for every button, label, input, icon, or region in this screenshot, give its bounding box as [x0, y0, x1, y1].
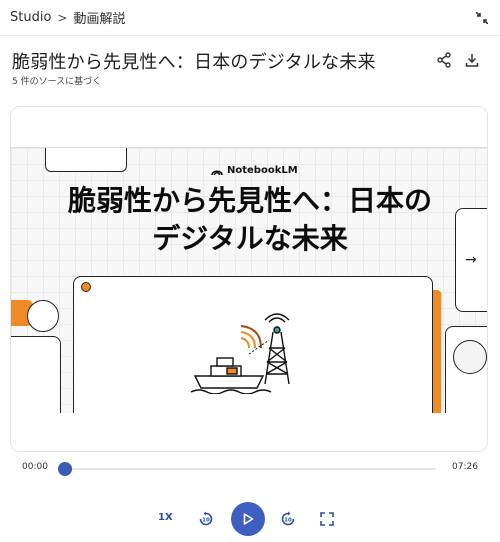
download-button[interactable] [462, 50, 482, 70]
current-time: 00:00 [22, 462, 48, 472]
video-slide: NotebookLM 脆弱性から先見性へ：日本の デジタルな未来 → [11, 147, 487, 413]
breadcrumb-current: 動画解説 [73, 12, 126, 27]
slide-title-line-1: 脆弱性から先見性へ：日本の [67, 184, 432, 217]
notebooklm-logo: NotebookLM [211, 165, 298, 176]
decorative-card [45, 148, 127, 172]
radio-tower-icon [264, 313, 290, 385]
timeline: 00:00 07:26 [0, 458, 500, 480]
source-count: 5 件のソースに基づく [12, 77, 102, 87]
rewind-10-icon: 10 [199, 511, 213, 526]
breadcrumb-studio[interactable]: Studio [10, 10, 51, 25]
signal-waves-icon [240, 325, 270, 355]
next-arrow-icon[interactable]: → [465, 252, 477, 268]
page-title: 脆弱性から先見性へ：日本のデジタルな未来 [12, 52, 376, 73]
notebooklm-icon [211, 169, 223, 175]
forward-10-icon: 10 [281, 511, 295, 526]
slide-title-line-2: デジタルな未来 [152, 222, 348, 255]
ship-and-tower-illustration [190, 313, 290, 394]
video-player[interactable]: NotebookLM 脆弱性から先見性へ：日本の デジタルな未来 → [10, 106, 488, 452]
breadcrumb-separator: > [57, 10, 68, 25]
share-button[interactable] [434, 50, 454, 70]
forward-button[interactable]: 10 [278, 509, 298, 529]
download-icon [465, 54, 479, 67]
rewind-button[interactable]: 10 [196, 509, 216, 529]
decorative-circle [27, 300, 59, 332]
svg-text:10: 10 [202, 518, 210, 524]
collapse-icon [476, 12, 488, 24]
breadcrumb: Studio > 動画解説 [10, 8, 125, 27]
decorative-circle [453, 340, 487, 374]
collapse-button[interactable] [472, 8, 492, 28]
svg-text:10: 10 [284, 518, 292, 524]
play-button[interactable] [231, 502, 265, 536]
progress-track[interactable] [66, 468, 436, 470]
header-bar: Studio > 動画解説 [0, 0, 500, 36]
playback-speed-button[interactable]: 1X [158, 512, 173, 523]
playback-controls: 1X 10 10 [0, 500, 500, 540]
slide-title: 脆弱性から先見性へ：日本の デジタルな未来 [11, 182, 487, 258]
decorative-orange-dot [81, 282, 91, 292]
brand-name: NotebookLM [227, 165, 298, 176]
fullscreen-button[interactable] [317, 509, 337, 529]
play-icon [243, 513, 254, 525]
ship-icon [190, 357, 272, 394]
fullscreen-icon [320, 512, 334, 526]
duration: 07:26 [452, 462, 478, 472]
share-icon [437, 52, 451, 68]
decorative-card [11, 336, 61, 413]
progress-thumb[interactable] [58, 462, 72, 476]
